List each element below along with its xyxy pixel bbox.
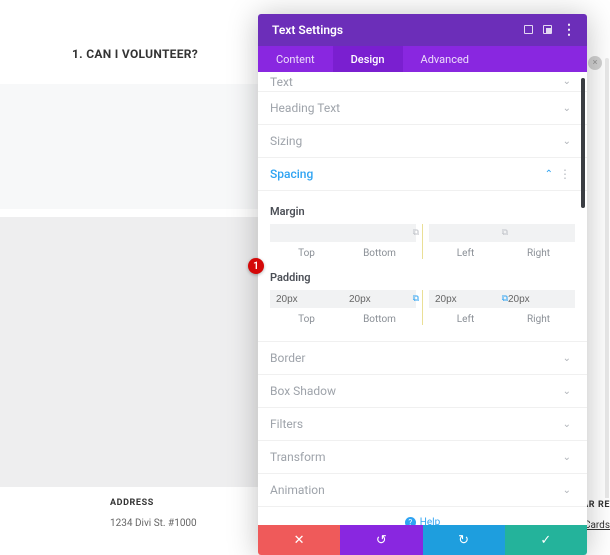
section-heading-text[interactable]: Heading Text ⌄ (258, 92, 587, 125)
bg-band (0, 217, 258, 487)
side-label: Bottom (363, 314, 396, 325)
section-text[interactable]: Text ⌄ (258, 72, 587, 92)
close-icon[interactable]: × (588, 56, 602, 70)
chevron-down-icon: ⌄ (563, 76, 571, 87)
chevron-down-icon: ⌄ (563, 103, 571, 114)
section-label: Transform (270, 450, 563, 464)
margin-left-input[interactable] (429, 224, 502, 242)
section-border[interactable]: Border ⌄ (258, 342, 587, 375)
help-label: Help (420, 517, 440, 525)
side-label: Right (527, 314, 550, 325)
spacing-panel: Margin ⧉ Top Bottom ⧉ (258, 191, 587, 342)
side-label: Left (457, 248, 474, 259)
padding-label: Padding (270, 271, 575, 284)
margin-right-input[interactable] (502, 224, 575, 242)
page-scrollbar[interactable] (605, 58, 609, 508)
modal-footer: ✕ ↺ ↻ ✓ (258, 525, 587, 555)
link-icon[interactable]: ⧉ (413, 294, 419, 304)
modal-title: Text Settings (272, 23, 524, 37)
section-label: Animation (270, 483, 563, 497)
padding-left-input[interactable] (429, 290, 502, 308)
chevron-down-icon: ⌄ (563, 485, 571, 496)
link-icon[interactable]: ⧉ (502, 294, 508, 304)
undo-button[interactable]: ↺ (340, 525, 422, 555)
modal-header[interactable]: Text Settings (258, 14, 587, 46)
tab-advanced[interactable]: Advanced (403, 46, 487, 72)
help-icon: ? (405, 517, 416, 525)
section-label: Heading Text (270, 101, 563, 115)
section-sizing[interactable]: Sizing ⌄ (258, 125, 587, 158)
link-icon[interactable]: ⧉ (502, 228, 508, 238)
margin-bottom-input[interactable] (343, 224, 416, 242)
padding-right-input[interactable] (502, 290, 575, 308)
callout-badge-1: 1 (248, 258, 264, 274)
footer-address-value: 1234 Divi St. #1000 (110, 518, 197, 529)
chevron-down-icon: ⌄ (563, 419, 571, 430)
section-box-shadow[interactable]: Box Shadow ⌄ (258, 375, 587, 408)
help-link[interactable]: ? Help (258, 507, 587, 525)
chevron-down-icon: ⌄ (563, 386, 571, 397)
side-label: Top (298, 248, 315, 259)
side-label: Bottom (363, 248, 396, 259)
save-button[interactable]: ✓ (505, 525, 587, 555)
section-filters[interactable]: Filters ⌄ (258, 408, 587, 441)
section-label: Text (270, 75, 563, 89)
side-label: Top (298, 314, 315, 325)
tab-design[interactable]: Design (333, 46, 403, 72)
modal-scrollbar[interactable] (581, 78, 585, 208)
modal-menu-icon[interactable] (562, 30, 577, 31)
padding-top-input[interactable] (270, 290, 343, 308)
redo-button[interactable]: ↻ (423, 525, 505, 555)
footer-address-title: ADDRESS (110, 498, 197, 508)
margin-label: Margin (270, 205, 575, 218)
padding-bottom-input[interactable] (343, 290, 416, 308)
section-menu-icon[interactable] (559, 167, 571, 181)
chevron-up-icon: ⌃ (545, 169, 553, 180)
bg-band (0, 84, 258, 209)
tab-content[interactable]: Content (258, 46, 333, 72)
chevron-down-icon: ⌄ (563, 353, 571, 364)
section-label: Box Shadow (270, 384, 563, 398)
section-label: Filters (270, 417, 563, 431)
side-label: Left (457, 314, 474, 325)
chevron-down-icon: ⌄ (563, 136, 571, 147)
text-settings-modal: Text Settings Content Design Advanced Te… (258, 14, 587, 555)
section-animation[interactable]: Animation ⌄ (258, 474, 587, 507)
section-transform[interactable]: Transform ⌄ (258, 441, 587, 474)
section-label: Spacing (270, 167, 545, 181)
side-label: Right (527, 248, 550, 259)
page-heading: 1. CAN I VOLUNTEER? (72, 47, 198, 61)
modal-tabs: Content Design Advanced (258, 46, 587, 72)
modal-body: Text ⌄ Heading Text ⌄ Sizing ⌄ Spacing ⌃… (258, 72, 587, 525)
expand-icon[interactable] (524, 24, 533, 37)
section-label: Border (270, 351, 563, 365)
margin-top-input[interactable] (270, 224, 343, 242)
section-spacing[interactable]: Spacing ⌃ (258, 158, 587, 191)
link-icon[interactable]: ⧉ (413, 228, 419, 238)
chevron-down-icon: ⌄ (563, 452, 571, 463)
snap-icon[interactable] (543, 24, 552, 37)
cancel-button[interactable]: ✕ (258, 525, 340, 555)
section-label: Sizing (270, 134, 563, 148)
